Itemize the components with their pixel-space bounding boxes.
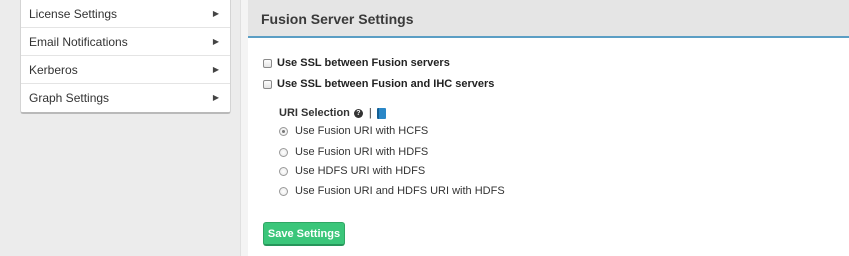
ssl-fusion-servers-option[interactable]: Use SSL between Fusion servers [263,55,450,71]
uri-option-label: Use HDFS URI with HDFS [295,165,426,177]
uri-option-fusion-and-hdfs[interactable]: Use Fusion URI and HDFS URI with HDFS [279,183,505,199]
uri-option-label: Use Fusion URI and HDFS URI with HDFS [295,185,505,197]
save-settings-button[interactable]: Save Settings [263,222,345,246]
sidebar-item-label: Email Notifications [29,35,128,49]
sidebar-item-label: Graph Settings [29,91,110,105]
uri-selection-heading: URI Selection ? | [279,106,386,120]
uri-option-fusion-hdfs[interactable]: Use Fusion URI with HDFS [279,144,428,160]
triangle-right-icon: ▶ [212,65,219,74]
triangle-right-icon: ▶ [212,9,219,18]
sidebar-item-graph-settings[interactable]: Graph Settings ▶ [21,84,230,112]
page-title: Fusion Server Settings [248,0,849,38]
uri-option-radio[interactable] [279,186,288,196]
ssl-fusion-servers-checkbox[interactable] [263,58,272,68]
fusion-server-settings-panel: Fusion Server Settings Use SSL between F… [248,0,849,256]
sidebar: License Settings ▶ Email Notifications ▶… [0,0,240,256]
panel-gutter [240,0,248,256]
separator: | [368,107,372,119]
settings-menu: License Settings ▶ Email Notifications ▶… [20,0,231,114]
book-icon[interactable] [376,107,386,119]
uri-selection-label: URI Selection [279,107,350,119]
uri-option-radio[interactable] [279,166,288,176]
ssl-fusion-servers-label: Use SSL between Fusion servers [277,57,450,69]
uri-option-fusion-hcfs[interactable]: Use Fusion URI with HCFS [279,123,428,139]
sidebar-item-kerberos[interactable]: Kerberos ▶ [21,56,230,84]
uri-option-radio[interactable] [279,126,288,136]
sidebar-item-label: License Settings [29,7,118,21]
sidebar-item-label: Kerberos [29,63,78,77]
sidebar-item-email-notifications[interactable]: Email Notifications ▶ [21,28,230,56]
ssl-fusion-ihc-checkbox[interactable] [263,79,272,89]
uri-option-hdfs-hdfs[interactable]: Use HDFS URI with HDFS [279,163,425,179]
ssl-fusion-ihc-label: Use SSL between Fusion and IHC servers [277,78,495,90]
question-circle-icon[interactable]: ? [353,108,363,118]
uri-option-label: Use Fusion URI with HCFS [295,125,429,137]
triangle-right-icon: ▶ [212,93,219,102]
sidebar-item-license-settings[interactable]: License Settings ▶ [21,0,230,28]
ssl-fusion-ihc-option[interactable]: Use SSL between Fusion and IHC servers [263,76,494,92]
triangle-right-icon: ▶ [212,37,219,46]
uri-option-label: Use Fusion URI with HDFS [295,146,429,158]
uri-option-radio[interactable] [279,147,288,157]
